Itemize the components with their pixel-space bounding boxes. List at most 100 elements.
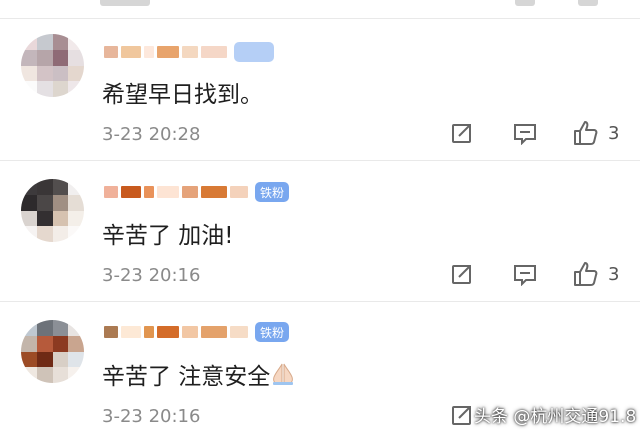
avatar-pixel <box>68 210 84 227</box>
avatar-pixel <box>52 226 69 242</box>
like-button[interactable]: 3 <box>572 260 619 288</box>
avatar-pixel <box>21 34 37 50</box>
avatar-pixel <box>68 179 84 195</box>
comment-text: 希望早日找到。 <box>102 82 263 108</box>
avatar-pixel <box>52 367 69 383</box>
avatar-pixel <box>52 49 69 66</box>
like-count: 3 <box>608 122 620 144</box>
divider <box>0 18 640 19</box>
avatar-pixel <box>21 49 37 66</box>
username-blurred[interactable] <box>104 42 274 62</box>
avatar-pixel <box>21 194 37 211</box>
avatar-pixel <box>36 49 53 66</box>
avatar-pixel <box>21 81 37 97</box>
avatar-pixel <box>52 194 69 211</box>
reply-button[interactable] <box>513 123 537 145</box>
avatar-pixel <box>52 65 69 82</box>
comment-icon <box>514 124 536 145</box>
avatar-pixel <box>68 49 84 66</box>
username-blur-block <box>144 46 154 58</box>
avatar-pixel <box>68 367 84 383</box>
username-blur-block <box>104 46 118 58</box>
username-blurred[interactable]: 铁粉 <box>104 182 290 202</box>
comment-icon <box>514 265 536 286</box>
comment-time: 3-23 20:16 <box>102 406 201 427</box>
avatar-pixel <box>68 194 84 211</box>
username-blur-block <box>182 186 198 198</box>
avatar-pixel <box>36 367 53 383</box>
avatar-pixel <box>21 179 37 195</box>
avatar-pixel <box>52 320 69 336</box>
fan-badge: 铁粉 <box>255 322 290 342</box>
like-count: 3 <box>608 263 620 285</box>
username-blur-block <box>121 46 141 58</box>
username-blur-block <box>104 326 118 338</box>
avatar-pixel <box>68 34 84 50</box>
avatar-pixel <box>68 226 84 242</box>
avatar-pixel <box>52 81 69 97</box>
avatar[interactable] <box>21 179 84 242</box>
avatar-pixel <box>52 335 69 352</box>
username-blur-block <box>121 186 141 198</box>
avatar[interactable] <box>21 34 84 97</box>
username-blur-block <box>182 46 198 58</box>
like-button[interactable]: 3 <box>572 119 619 147</box>
username-blur-block <box>201 326 227 338</box>
avatar-pixel <box>36 34 53 50</box>
comment-item: 铁粉 辛苦了 加油! 3-23 20:16 3 <box>0 161 640 301</box>
repost-icon <box>452 124 471 143</box>
avatar-pixel <box>68 65 84 82</box>
avatar-pixel <box>36 210 53 227</box>
username-blur-block <box>201 46 227 58</box>
username-blur-block <box>157 186 179 198</box>
thumbs-up-icon <box>574 121 598 145</box>
avatar-pixel <box>52 179 69 195</box>
repost-button[interactable] <box>451 404 473 426</box>
username-blur-block <box>144 326 154 338</box>
repost-icon <box>452 406 471 425</box>
watermark: 头条 @杭州交通91.8 <box>474 407 637 427</box>
avatar-pixel <box>21 335 37 352</box>
repost-button[interactable] <box>451 122 473 144</box>
avatar-pixel <box>21 65 37 82</box>
repost-icon <box>452 265 471 284</box>
avatar-pixel <box>36 320 53 336</box>
avatar-pixel <box>68 335 84 352</box>
reply-button[interactable] <box>513 264 537 286</box>
avatar-pixel <box>21 351 37 368</box>
comment-text: 辛苦了 加油! <box>102 223 234 249</box>
username-blur-block <box>182 326 198 338</box>
avatar-pixel <box>52 210 69 227</box>
avatar-pixel <box>21 226 37 242</box>
avatar-pixel <box>36 351 53 368</box>
praying-hands-emoji-icon <box>273 363 294 385</box>
comment-time: 3-23 20:28 <box>102 124 201 145</box>
repost-button[interactable] <box>451 263 473 285</box>
fan-badge <box>234 42 274 62</box>
avatar-pixel <box>36 335 53 352</box>
username-blur-block <box>201 186 227 198</box>
avatar-pixel <box>68 320 84 336</box>
username-blur-block <box>104 186 118 198</box>
avatar-pixel <box>36 179 53 195</box>
username-blurred[interactable]: 铁粉 <box>104 322 290 342</box>
previous-comment-fragment <box>0 0 640 20</box>
username-blur-block <box>157 326 179 338</box>
avatar-pixel <box>21 210 37 227</box>
avatar-pixel <box>52 351 69 368</box>
avatar-pixel <box>68 351 84 368</box>
fan-badge: 铁粉 <box>255 182 290 202</box>
thumbs-up-icon <box>574 262 598 286</box>
username-blur-block <box>230 326 248 338</box>
username-blur-block <box>121 326 141 338</box>
avatar-pixel <box>36 226 53 242</box>
username-blur-block <box>230 186 248 198</box>
avatar-pixel <box>21 320 37 336</box>
avatar-pixel <box>21 367 37 383</box>
comment-item: 希望早日找到。 3-23 20:28 3 <box>0 20 640 160</box>
comment-time: 3-23 20:16 <box>102 265 201 286</box>
avatar-pixel <box>68 81 84 97</box>
avatar-pixel <box>52 34 69 50</box>
avatar-pixel <box>36 81 53 97</box>
avatar[interactable] <box>21 320 84 383</box>
